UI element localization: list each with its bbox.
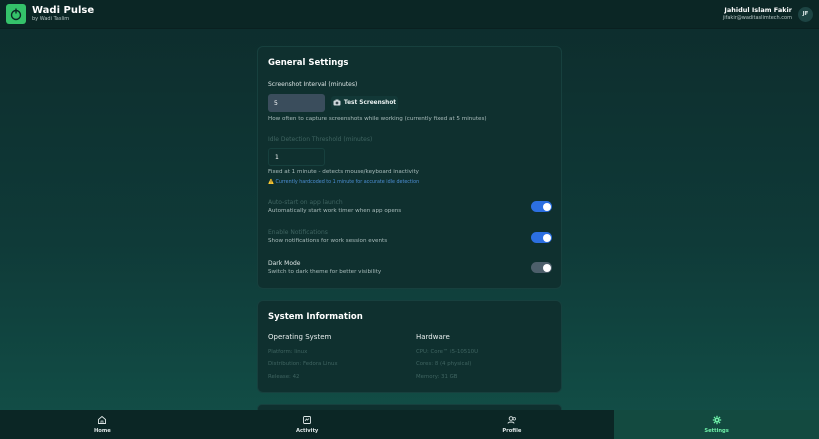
autostart-hint: Automatically start work timer when app … (268, 208, 402, 214)
dark-mode-toggle[interactable] (531, 262, 552, 273)
os-release: Release: 42 (268, 374, 300, 380)
nav-settings-label: Settings (704, 428, 729, 434)
screenshot-interval-label: Screenshot Interval (minutes) (268, 81, 358, 88)
nav-activity[interactable]: Activity (205, 410, 410, 439)
hw-memory: Memory: 31 GB (416, 374, 458, 380)
nav-home[interactable]: Home (0, 410, 205, 439)
idle-threshold-label: Idle Detection Threshold (minutes) (268, 136, 373, 143)
activity-icon (302, 415, 312, 425)
os-platform: Platform: linux (268, 349, 308, 355)
os-title: Operating System (268, 333, 332, 341)
notifications-hint: Show notifications for work session even… (268, 238, 388, 244)
app-header: Wadi Pulse by Wadi Taslim Jahidul Islam … (0, 0, 819, 29)
notifications-toggle[interactable] (531, 232, 552, 243)
os-distribution: Distribution: Fedora Linux (268, 361, 338, 367)
hw-cores: Cores: 8 (4 physical) (416, 361, 472, 367)
screenshot-interval-input[interactable]: 5 (268, 94, 325, 112)
profile-icon (507, 415, 517, 425)
idle-threshold-input: 1 (268, 148, 325, 166)
home-icon (97, 415, 107, 425)
hw-cpu: CPU: Core™ i5-10510U (416, 349, 479, 355)
camera-icon (333, 99, 341, 108)
idle-threshold-warning: ⚠️ Currently hardcoded to 1 minute for a… (268, 180, 420, 185)
dark-mode-hint: Switch to dark theme for better visibili… (268, 269, 382, 275)
nav-profile-label: Profile (502, 428, 522, 434)
system-info-card: System Information Operating System Plat… (257, 300, 562, 393)
brand: Wadi Pulse by Wadi Taslim (6, 4, 94, 24)
user-email: jifakir@waditaslimtech.com (722, 15, 792, 21)
app-logo-icon (6, 4, 26, 24)
nav-activity-label: Activity (295, 428, 319, 434)
app-name: Wadi Pulse (32, 5, 95, 16)
notifications-label: Enable Notifications (268, 229, 328, 236)
user-name: Jahidul Islam Fakir (724, 6, 792, 14)
user-info[interactable]: Jahidul Islam Fakir jifakir@waditaslimte… (723, 6, 813, 22)
general-settings-card: General Settings Screenshot Interval (mi… (257, 46, 562, 289)
nav-settings[interactable]: Settings (614, 410, 819, 439)
dark-mode-label: Dark Mode (268, 260, 301, 267)
nav-profile[interactable]: Profile (410, 410, 615, 439)
nav-home-label: Home (93, 428, 111, 434)
general-settings-title: General Settings (268, 58, 349, 68)
gear-icon (712, 415, 722, 425)
avatar[interactable]: JF (798, 6, 813, 22)
hardware-title: Hardware (416, 333, 450, 341)
test-screenshot-button[interactable]: Test Screenshot (331, 96, 398, 110)
idle-threshold-hint: Fixed at 1 minute - detects mouse/keyboa… (268, 169, 419, 175)
autostart-toggle[interactable] (531, 201, 552, 212)
system-info-title: System Information (268, 312, 363, 322)
bottom-nav: Home Activity Profile Settings (0, 410, 819, 439)
autostart-label: Auto-start on app launch (268, 199, 343, 206)
screenshot-interval-hint: How often to capture screenshots while w… (268, 116, 487, 122)
app-subtitle: by Wadi Taslim (32, 16, 70, 22)
test-screenshot-label: Test Screenshot (343, 100, 397, 106)
